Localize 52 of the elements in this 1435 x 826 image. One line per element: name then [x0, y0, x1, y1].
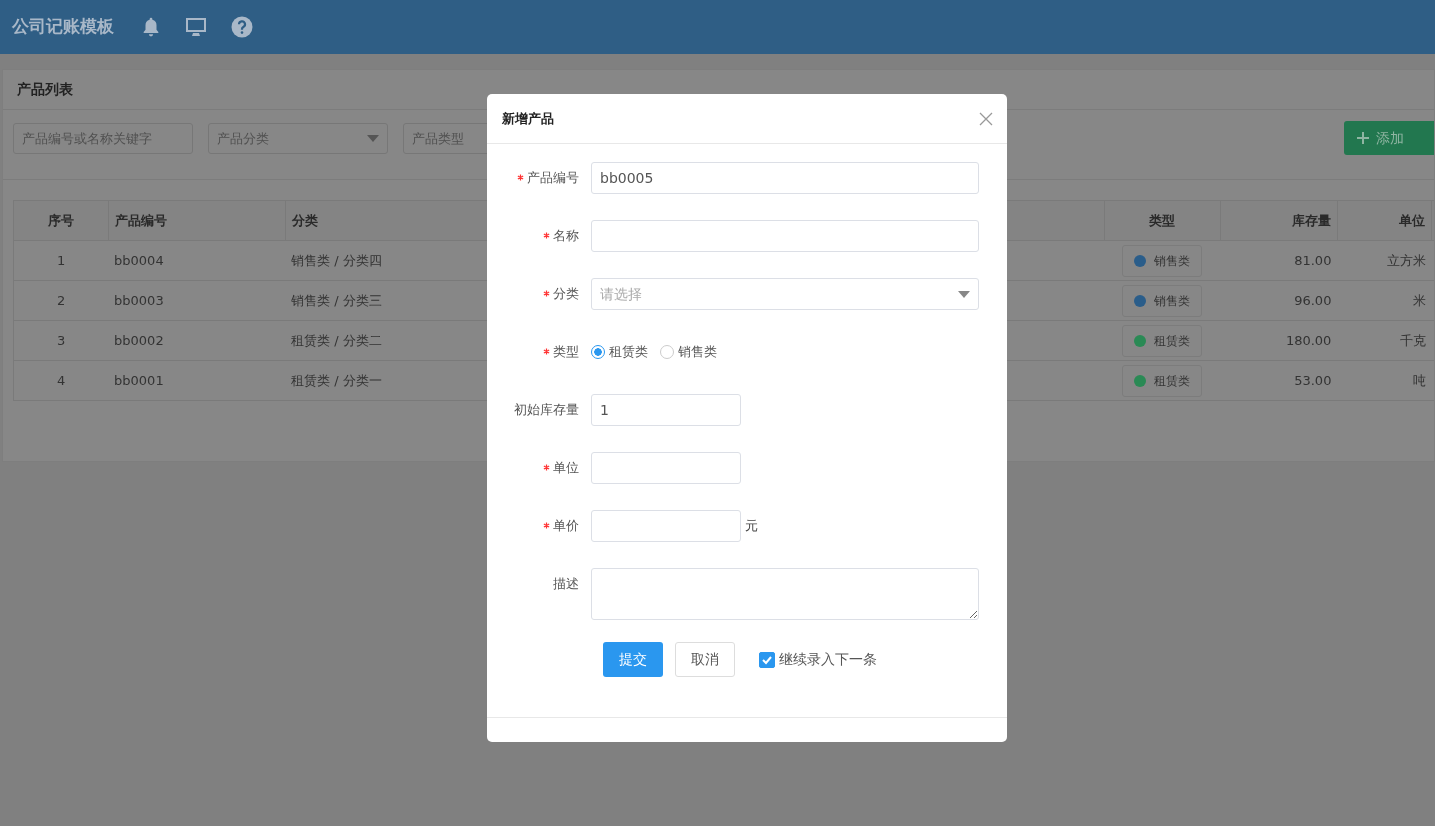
- text-field[interactable]: 1: [591, 394, 741, 426]
- table-cell: bb0004: [108, 240, 286, 281]
- cancel-button[interactable]: 取消: [675, 642, 735, 677]
- text-field[interactable]: [591, 452, 741, 484]
- dialog-title: 新增产品: [502, 109, 554, 128]
- checkbox[interactable]: [759, 651, 775, 668]
- radio-option[interactable]: 租赁类: [591, 342, 648, 362]
- table-cell: 53.00: [1220, 360, 1338, 401]
- plus-icon: [1356, 131, 1370, 145]
- field-label: 初始库存量: [513, 401, 580, 419]
- type-tag: 租赁类: [1122, 364, 1203, 397]
- column-header[interactable]: 单位: [1337, 200, 1432, 241]
- field-label: 产品编号: [487, 162, 591, 194]
- field-label: 描述: [552, 575, 580, 593]
- select-field[interactable]: 请选择: [591, 278, 979, 310]
- field-label: 单位: [487, 452, 591, 484]
- table-cell: 立方米: [1337, 240, 1432, 281]
- app-title: 公司记账模板: [12, 15, 114, 39]
- table-cell: 米: [1337, 280, 1432, 321]
- column-header[interactable]: 类型: [1104, 200, 1221, 241]
- text-field[interactable]: bb0005: [591, 162, 979, 194]
- help-icon[interactable]: [230, 15, 254, 39]
- table-cell: bb0003: [108, 280, 286, 321]
- type-tag: 销售类: [1122, 244, 1203, 277]
- field-label: 单价: [487, 510, 591, 542]
- submit-button[interactable]: 提交: [603, 642, 663, 677]
- column-header[interactable]: 序号: [13, 200, 109, 241]
- table-cell: 3: [13, 320, 109, 361]
- table-cell: 千克: [1337, 320, 1432, 361]
- continue-checkbox[interactable]: 继续录入下一条: [759, 649, 877, 670]
- text-field[interactable]: [591, 220, 979, 252]
- monitor-icon[interactable]: [184, 15, 208, 39]
- table-cell: bb0002: [108, 320, 286, 361]
- type-tag: 租赁类: [1122, 324, 1203, 357]
- table-cell: bb0001: [108, 360, 286, 401]
- table-cell: 4: [13, 360, 109, 401]
- type-tag: 销售类: [1122, 284, 1203, 317]
- table-cell: 吨: [1337, 360, 1432, 401]
- table-cell: 96.00: [1220, 280, 1338, 321]
- table-cell: 180.00: [1220, 320, 1338, 361]
- add-button[interactable]: 添加: [1344, 121, 1434, 155]
- table-cell: 81.00: [1220, 240, 1338, 281]
- column-header[interactable]: 产品编号: [108, 200, 286, 241]
- close-icon[interactable]: [979, 111, 993, 126]
- radio-button[interactable]: [591, 345, 605, 359]
- table-cell: 2: [13, 280, 109, 321]
- column-header[interactable]: 库存量: [1220, 200, 1338, 241]
- field-label: 分类: [487, 278, 591, 310]
- unit-label: 元: [745, 517, 758, 535]
- text-field[interactable]: [591, 510, 741, 542]
- panel-title: 产品列表: [17, 80, 73, 99]
- table-cell: 1: [13, 240, 109, 281]
